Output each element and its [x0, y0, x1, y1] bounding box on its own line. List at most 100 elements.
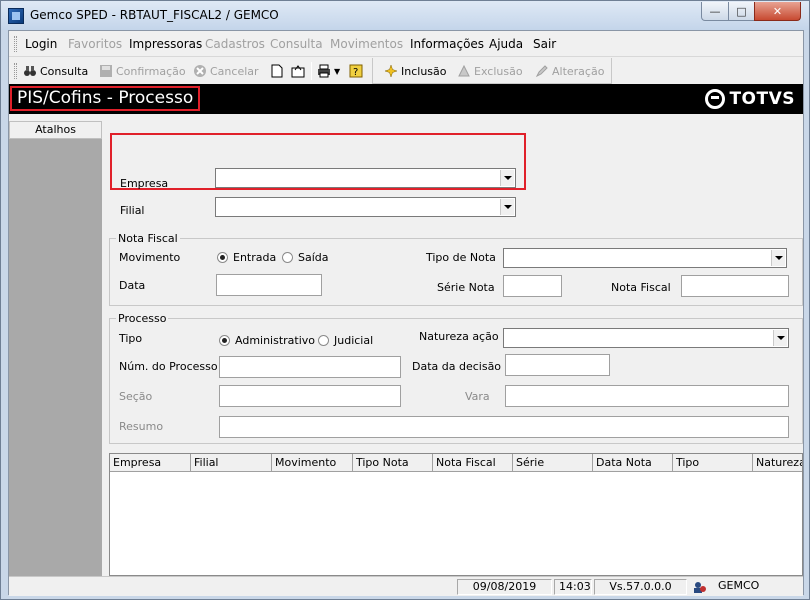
new-document-button[interactable]	[270, 62, 287, 80]
movimento-label: Movimento	[119, 251, 181, 264]
menu-ajuda[interactable]: Ajuda	[489, 37, 523, 51]
save-icon	[99, 64, 113, 78]
cancel-icon	[193, 64, 207, 78]
form-area: Empresa Filial Nota Fiscal Movimento Ent…	[109, 121, 803, 576]
results-grid[interactable]: Empresa Filial Movimento Tipo Nota Nota …	[109, 453, 803, 576]
screen-title: PIS/Cofins - Processo	[10, 86, 201, 111]
num-processo-input[interactable]	[219, 356, 401, 378]
tab-atalhos[interactable]: Atalhos	[9, 121, 102, 139]
cancelar-button[interactable]: Cancelar	[193, 62, 259, 80]
totvs-logo-icon	[705, 89, 726, 109]
vara-label: Vara	[465, 390, 490, 403]
printer-icon	[317, 64, 331, 78]
radio-saida[interactable]: Saída	[282, 251, 329, 264]
menu-cadastros[interactable]: Cadastros	[205, 37, 265, 51]
title-bar[interactable]: Gemco SPED - RBTAUT_FISCAL2 / GEMCO — □ …	[1, 1, 809, 30]
status-version: Vs.57.0.0.0	[594, 579, 687, 595]
toolbar-grip[interactable]	[14, 63, 17, 79]
processo-group-title: Processo	[116, 312, 169, 325]
consulta-button[interactable]: Consulta	[23, 62, 88, 80]
print-dropdown-icon[interactable]: ▼	[334, 67, 340, 76]
export-icon	[291, 64, 305, 78]
col-data-nota[interactable]: Data Nota	[593, 454, 673, 471]
data-decisao-label: Data da decisão	[412, 360, 502, 373]
add-record-icon	[384, 64, 398, 78]
toolbar-separator	[311, 62, 312, 80]
toolbar: Consulta Confirmação Cancelar ▼ ? Inclus…	[9, 58, 803, 84]
menu-movimentos[interactable]: Movimentos	[330, 37, 403, 51]
col-filial[interactable]: Filial	[191, 454, 272, 471]
col-nota-fiscal[interactable]: Nota Fiscal	[433, 454, 513, 471]
radio-entrada-label: Entrada	[233, 251, 277, 264]
status-company: GEMCO	[718, 579, 760, 592]
nota-fiscal-label: Nota Fiscal	[611, 281, 671, 294]
client-area: Login Favoritos Impressoras Cadastros Co…	[8, 30, 804, 596]
radio-administrativo[interactable]: Administrativo	[219, 334, 315, 347]
col-natureza[interactable]: Natureza	[753, 454, 802, 471]
screen-header: PIS/Cofins - Processo TOTVS	[9, 84, 803, 114]
empresa-select[interactable]	[215, 168, 516, 188]
menu-impressoras[interactable]: Impressoras	[129, 37, 202, 51]
radio-administrativo-label: Administrativo	[235, 334, 316, 347]
user-icon	[693, 580, 707, 594]
serie-nota-input[interactable]	[503, 275, 562, 297]
chevron-down-icon[interactable]	[500, 170, 514, 186]
radio-entrada[interactable]: Entrada	[217, 251, 276, 264]
help-button[interactable]: ?	[349, 62, 366, 80]
data-label: Data	[119, 279, 146, 292]
alteracao-label: Alteração	[552, 64, 605, 78]
minimize-button[interactable]: —	[701, 2, 729, 21]
app-window: Gemco SPED - RBTAUT_FISCAL2 / GEMCO — □ …	[0, 0, 810, 600]
exclusao-button[interactable]: Exclusão	[457, 62, 523, 80]
tipo-nota-label: Tipo de Nota	[426, 251, 496, 264]
consulta-label: Consulta	[40, 64, 89, 78]
app-icon[interactable]	[8, 8, 24, 24]
col-empresa[interactable]: Empresa	[110, 454, 191, 471]
menu-informacoes[interactable]: Informações	[410, 37, 484, 51]
vara-input[interactable]	[505, 385, 789, 407]
secao-input[interactable]	[219, 385, 401, 407]
col-movimento[interactable]: Movimento	[272, 454, 353, 471]
menu-favoritos[interactable]: Favoritos	[68, 37, 122, 51]
empresa-label: Empresa	[120, 177, 169, 190]
filial-label: Filial	[120, 204, 145, 217]
radio-entrada-dot[interactable]	[217, 252, 228, 263]
tipo-nota-select[interactable]	[503, 248, 787, 268]
col-tipo-nota[interactable]: Tipo Nota	[353, 454, 433, 471]
nota-fiscal-input[interactable]	[681, 275, 789, 297]
resumo-label: Resumo	[119, 420, 164, 433]
alteracao-button[interactable]: Alteração	[535, 62, 604, 80]
col-serie[interactable]: Série	[513, 454, 593, 471]
radio-administrativo-dot[interactable]	[219, 335, 230, 346]
totvs-logo: TOTVS	[705, 89, 795, 109]
window-title: Gemco SPED - RBTAUT_FISCAL2 / GEMCO	[30, 8, 279, 22]
confirmacao-button[interactable]: Confirmação	[99, 62, 186, 80]
print-button[interactable]: ▼	[317, 62, 340, 80]
close-button[interactable]: ✕	[754, 2, 801, 21]
menu-sair[interactable]: Sair	[533, 37, 556, 51]
totvs-logo-text: TOTVS	[729, 89, 795, 109]
chevron-down-icon[interactable]	[500, 199, 514, 215]
resumo-input[interactable]	[219, 416, 789, 438]
radio-judicial[interactable]: Judicial	[318, 334, 373, 347]
filial-select[interactable]	[215, 197, 516, 217]
radio-saida-dot[interactable]	[282, 252, 293, 263]
maximize-button[interactable]: □	[728, 2, 755, 21]
radio-judicial-dot[interactable]	[318, 335, 329, 346]
menu-consulta[interactable]: Consulta	[270, 37, 323, 51]
chevron-down-icon[interactable]	[773, 330, 787, 346]
nota-fiscal-group: Nota Fiscal Movimento Entrada Saída Tipo…	[109, 232, 803, 306]
menu-grip[interactable]	[14, 36, 17, 52]
status-date: 09/08/2019	[457, 579, 552, 595]
natureza-acao-select[interactable]	[503, 328, 789, 348]
export-button[interactable]	[291, 62, 308, 80]
new-document-icon	[270, 64, 284, 78]
chevron-down-icon[interactable]	[771, 250, 785, 266]
col-tipo[interactable]: Tipo	[673, 454, 753, 471]
tipo-label: Tipo	[119, 332, 143, 345]
inclusao-button[interactable]: Inclusão	[384, 62, 447, 80]
data-input[interactable]	[216, 274, 322, 296]
menu-login[interactable]: Login	[25, 37, 57, 51]
delete-record-icon	[457, 64, 471, 78]
data-decisao-input[interactable]	[505, 354, 610, 376]
